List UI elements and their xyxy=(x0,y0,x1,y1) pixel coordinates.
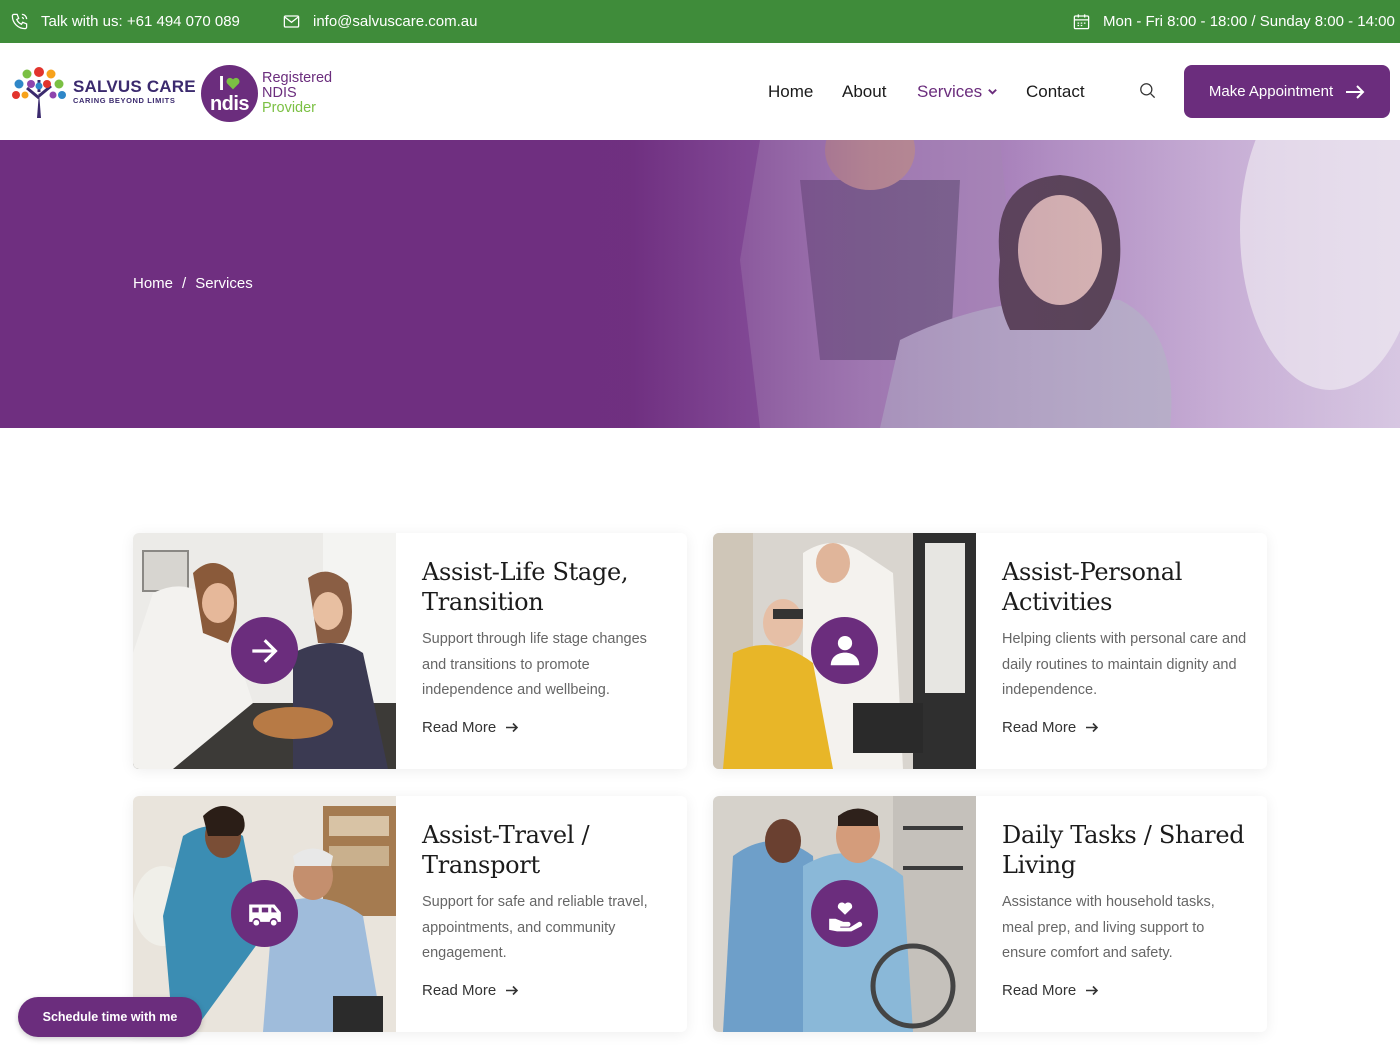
salvus-care-logo[interactable]: SALVUS CARE CARING BEYOND LIMITS xyxy=(11,62,196,120)
phone-text: Talk with us: +61 494 070 089 xyxy=(41,13,240,30)
nav-services[interactable]: Services xyxy=(917,82,998,102)
nav-about[interactable]: About xyxy=(842,82,886,102)
read-more-link[interactable]: Read More xyxy=(422,719,519,736)
breadcrumb-home[interactable]: Home xyxy=(133,275,173,292)
person-icon xyxy=(830,635,859,665)
breadcrumb-current: Services xyxy=(195,275,253,292)
search-icon xyxy=(1140,83,1156,99)
read-more-label: Read More xyxy=(422,719,497,736)
brand-name: SALVUS CARE xyxy=(73,76,196,96)
nav-home[interactable]: Home xyxy=(768,82,813,102)
service-photo xyxy=(133,533,396,769)
breadcrumb-separator: / xyxy=(182,275,187,292)
chevron-down-icon xyxy=(988,89,998,95)
ndis-i: I xyxy=(218,72,225,95)
mail-icon xyxy=(283,15,300,28)
search-button[interactable] xyxy=(1138,81,1157,100)
make-appointment-button[interactable]: Make Appointment xyxy=(1184,65,1390,118)
calendar-icon xyxy=(1073,14,1090,30)
top-bar: Talk with us: +61 494 070 089 info@salvu… xyxy=(0,0,1400,43)
service-description: Support through life stage changes and t… xyxy=(422,631,647,698)
service-title: Assist-Personal Activities xyxy=(1002,558,1183,616)
arrow-right-icon xyxy=(251,638,278,663)
service-description: Support for safe and reliable travel, ap… xyxy=(422,894,648,961)
arrow-right-icon xyxy=(506,722,519,733)
tree-logo-icon xyxy=(12,67,66,118)
breadcrumb: Home / Services xyxy=(133,275,253,292)
phone-icon xyxy=(11,13,28,30)
nav-services-label: Services xyxy=(917,81,983,101)
service-title: Assist-Life Stage, Transition xyxy=(422,558,629,616)
ndis-provider-badge: I ndis Registered NDIS Provider xyxy=(201,65,332,122)
heart-icon xyxy=(226,77,240,90)
read-more-label: Read More xyxy=(1002,719,1077,736)
ndis-word: ndis xyxy=(209,92,250,115)
arrow-right-icon xyxy=(1086,985,1099,996)
van-icon xyxy=(248,904,281,926)
read-more-link[interactable]: Read More xyxy=(1002,719,1099,736)
email-text: info@salvuscare.com.au xyxy=(313,13,478,30)
arrow-right-icon xyxy=(1086,722,1099,733)
service-card[interactable]: Assist-Personal Activities Helping clien… xyxy=(713,533,1267,769)
site-header: SALVUS CARE CARING BEYOND LIMITS I ndis … xyxy=(0,43,1400,140)
service-description: Helping clients with personal care and d… xyxy=(1002,631,1247,698)
heart-hand-badge xyxy=(811,880,878,947)
service-photo xyxy=(713,796,976,1032)
service-card[interactable]: Assist-Travel / Transport Support for sa… xyxy=(133,796,687,1032)
read-more-link[interactable]: Read More xyxy=(422,982,519,999)
email-contact[interactable]: info@salvuscare.com.au xyxy=(282,0,477,43)
make-appointment-label: Make Appointment xyxy=(1208,83,1334,100)
ndis-logo: I ndis xyxy=(201,65,258,122)
read-more-link[interactable]: Read More xyxy=(1002,982,1099,999)
van-badge xyxy=(231,880,298,947)
arrow-right-badge xyxy=(231,617,298,684)
service-card[interactable]: Assist-Life Stage, Transition Support th… xyxy=(133,533,687,769)
service-card[interactable]: Daily Tasks / Shared Living Assistance w… xyxy=(713,796,1267,1032)
arrow-right-icon xyxy=(1346,84,1365,99)
heart-hand-icon xyxy=(828,901,862,931)
brand-tagline: CARING BEYOND LIMITS xyxy=(73,95,176,105)
ndis-provider: Provider xyxy=(262,100,316,116)
hero-banner: Home / Services xyxy=(0,140,1400,428)
schedule-time-button[interactable]: Schedule time with me xyxy=(18,997,202,1037)
service-title: Assist-Travel / Transport xyxy=(422,821,590,879)
ndis-registered: Registered xyxy=(262,70,333,86)
read-more-label: Read More xyxy=(422,982,497,999)
service-photo xyxy=(713,533,976,769)
read-more-label: Read More xyxy=(1002,982,1077,999)
person-badge xyxy=(811,617,878,684)
nav-contact[interactable]: Contact xyxy=(1026,82,1085,102)
service-description: Assistance with household tasks, meal pr… xyxy=(1002,894,1215,961)
service-title: Daily Tasks / Shared Living xyxy=(1002,821,1245,879)
opening-hours: Mon - Fri 8:00 - 18:00 / Sunday 8:00 - 1… xyxy=(1072,0,1395,43)
arrow-right-icon xyxy=(506,985,519,996)
phone-contact[interactable]: Talk with us: +61 494 070 089 xyxy=(10,0,240,43)
ndis-label: NDIS xyxy=(262,85,297,101)
hours-text: Mon - Fri 8:00 - 18:00 / Sunday 8:00 - 1… xyxy=(1103,13,1395,30)
